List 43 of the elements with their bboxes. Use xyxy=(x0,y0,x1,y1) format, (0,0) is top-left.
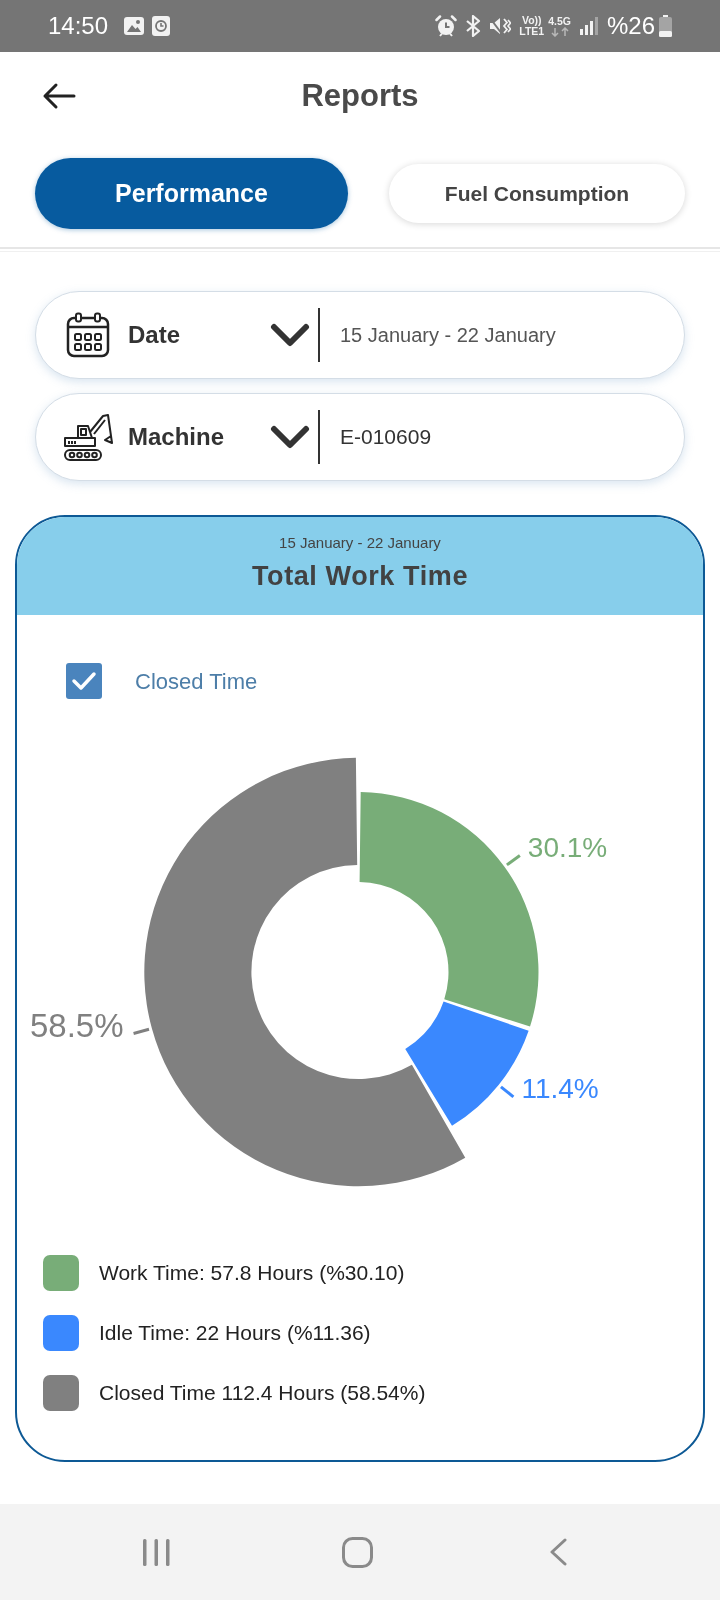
data-arrows-icon xyxy=(549,26,570,37)
excavator-icon xyxy=(63,412,113,462)
back-arrow-icon xyxy=(42,82,76,110)
page-title: Reports xyxy=(301,77,419,115)
bluetooth-icon xyxy=(465,15,482,37)
checkbox[interactable] xyxy=(66,663,102,699)
home-button[interactable] xyxy=(342,1536,373,1568)
battery-percent: %26 xyxy=(606,14,655,38)
percent-label: 11.4% xyxy=(521,1073,599,1105)
donut-slice[interactable] xyxy=(144,757,466,1187)
percent-label: 30.1% xyxy=(527,832,608,864)
date-range-subtitle: 15 January - 22 January xyxy=(279,533,441,553)
checkbox-label: Closed Time xyxy=(135,667,258,696)
home-icon xyxy=(342,1536,373,1568)
tab[interactable]: Performance xyxy=(35,158,348,229)
image-icon xyxy=(124,17,145,35)
nav-back-button[interactable] xyxy=(549,1538,568,1566)
legend-label: Closed Time 112.4 Hours (58.54%) xyxy=(99,1380,426,1407)
lte-label: LTE1 xyxy=(519,26,545,37)
mute-icon xyxy=(489,16,512,36)
legend-label: Work Time: 57.8 Hours (%30.10) xyxy=(99,1260,405,1287)
recents-icon xyxy=(142,1537,171,1567)
signal-icon xyxy=(578,16,599,36)
leader-line xyxy=(506,854,521,867)
recent-apps-button[interactable] xyxy=(142,1537,171,1567)
alarm-icon xyxy=(435,15,458,37)
clock-icon xyxy=(152,16,171,36)
leader-line xyxy=(133,1027,150,1035)
percent-label: 58.5% xyxy=(30,1007,124,1045)
calendar-icon xyxy=(66,312,110,358)
volte-label: Vo)) xyxy=(521,15,542,26)
tab[interactable]: Fuel Consumption xyxy=(389,164,685,223)
battery-icon xyxy=(659,15,672,37)
chevron-down-icon xyxy=(270,322,310,348)
back-chevron-icon xyxy=(549,1538,568,1566)
filter-dropdown[interactable]: Date 15 January - 22 January xyxy=(35,291,685,379)
legend-label: Idle Time: 22 Hours (%11.36) xyxy=(99,1320,371,1347)
chevron-down-icon xyxy=(270,424,310,450)
leader-line xyxy=(500,1085,515,1099)
status-time: 14:50 xyxy=(48,14,109,38)
card-title: Total Work Time xyxy=(251,560,468,593)
network-type: 4.5G xyxy=(548,15,571,27)
filter-dropdown[interactable]: Machine E-010609 xyxy=(35,393,685,481)
